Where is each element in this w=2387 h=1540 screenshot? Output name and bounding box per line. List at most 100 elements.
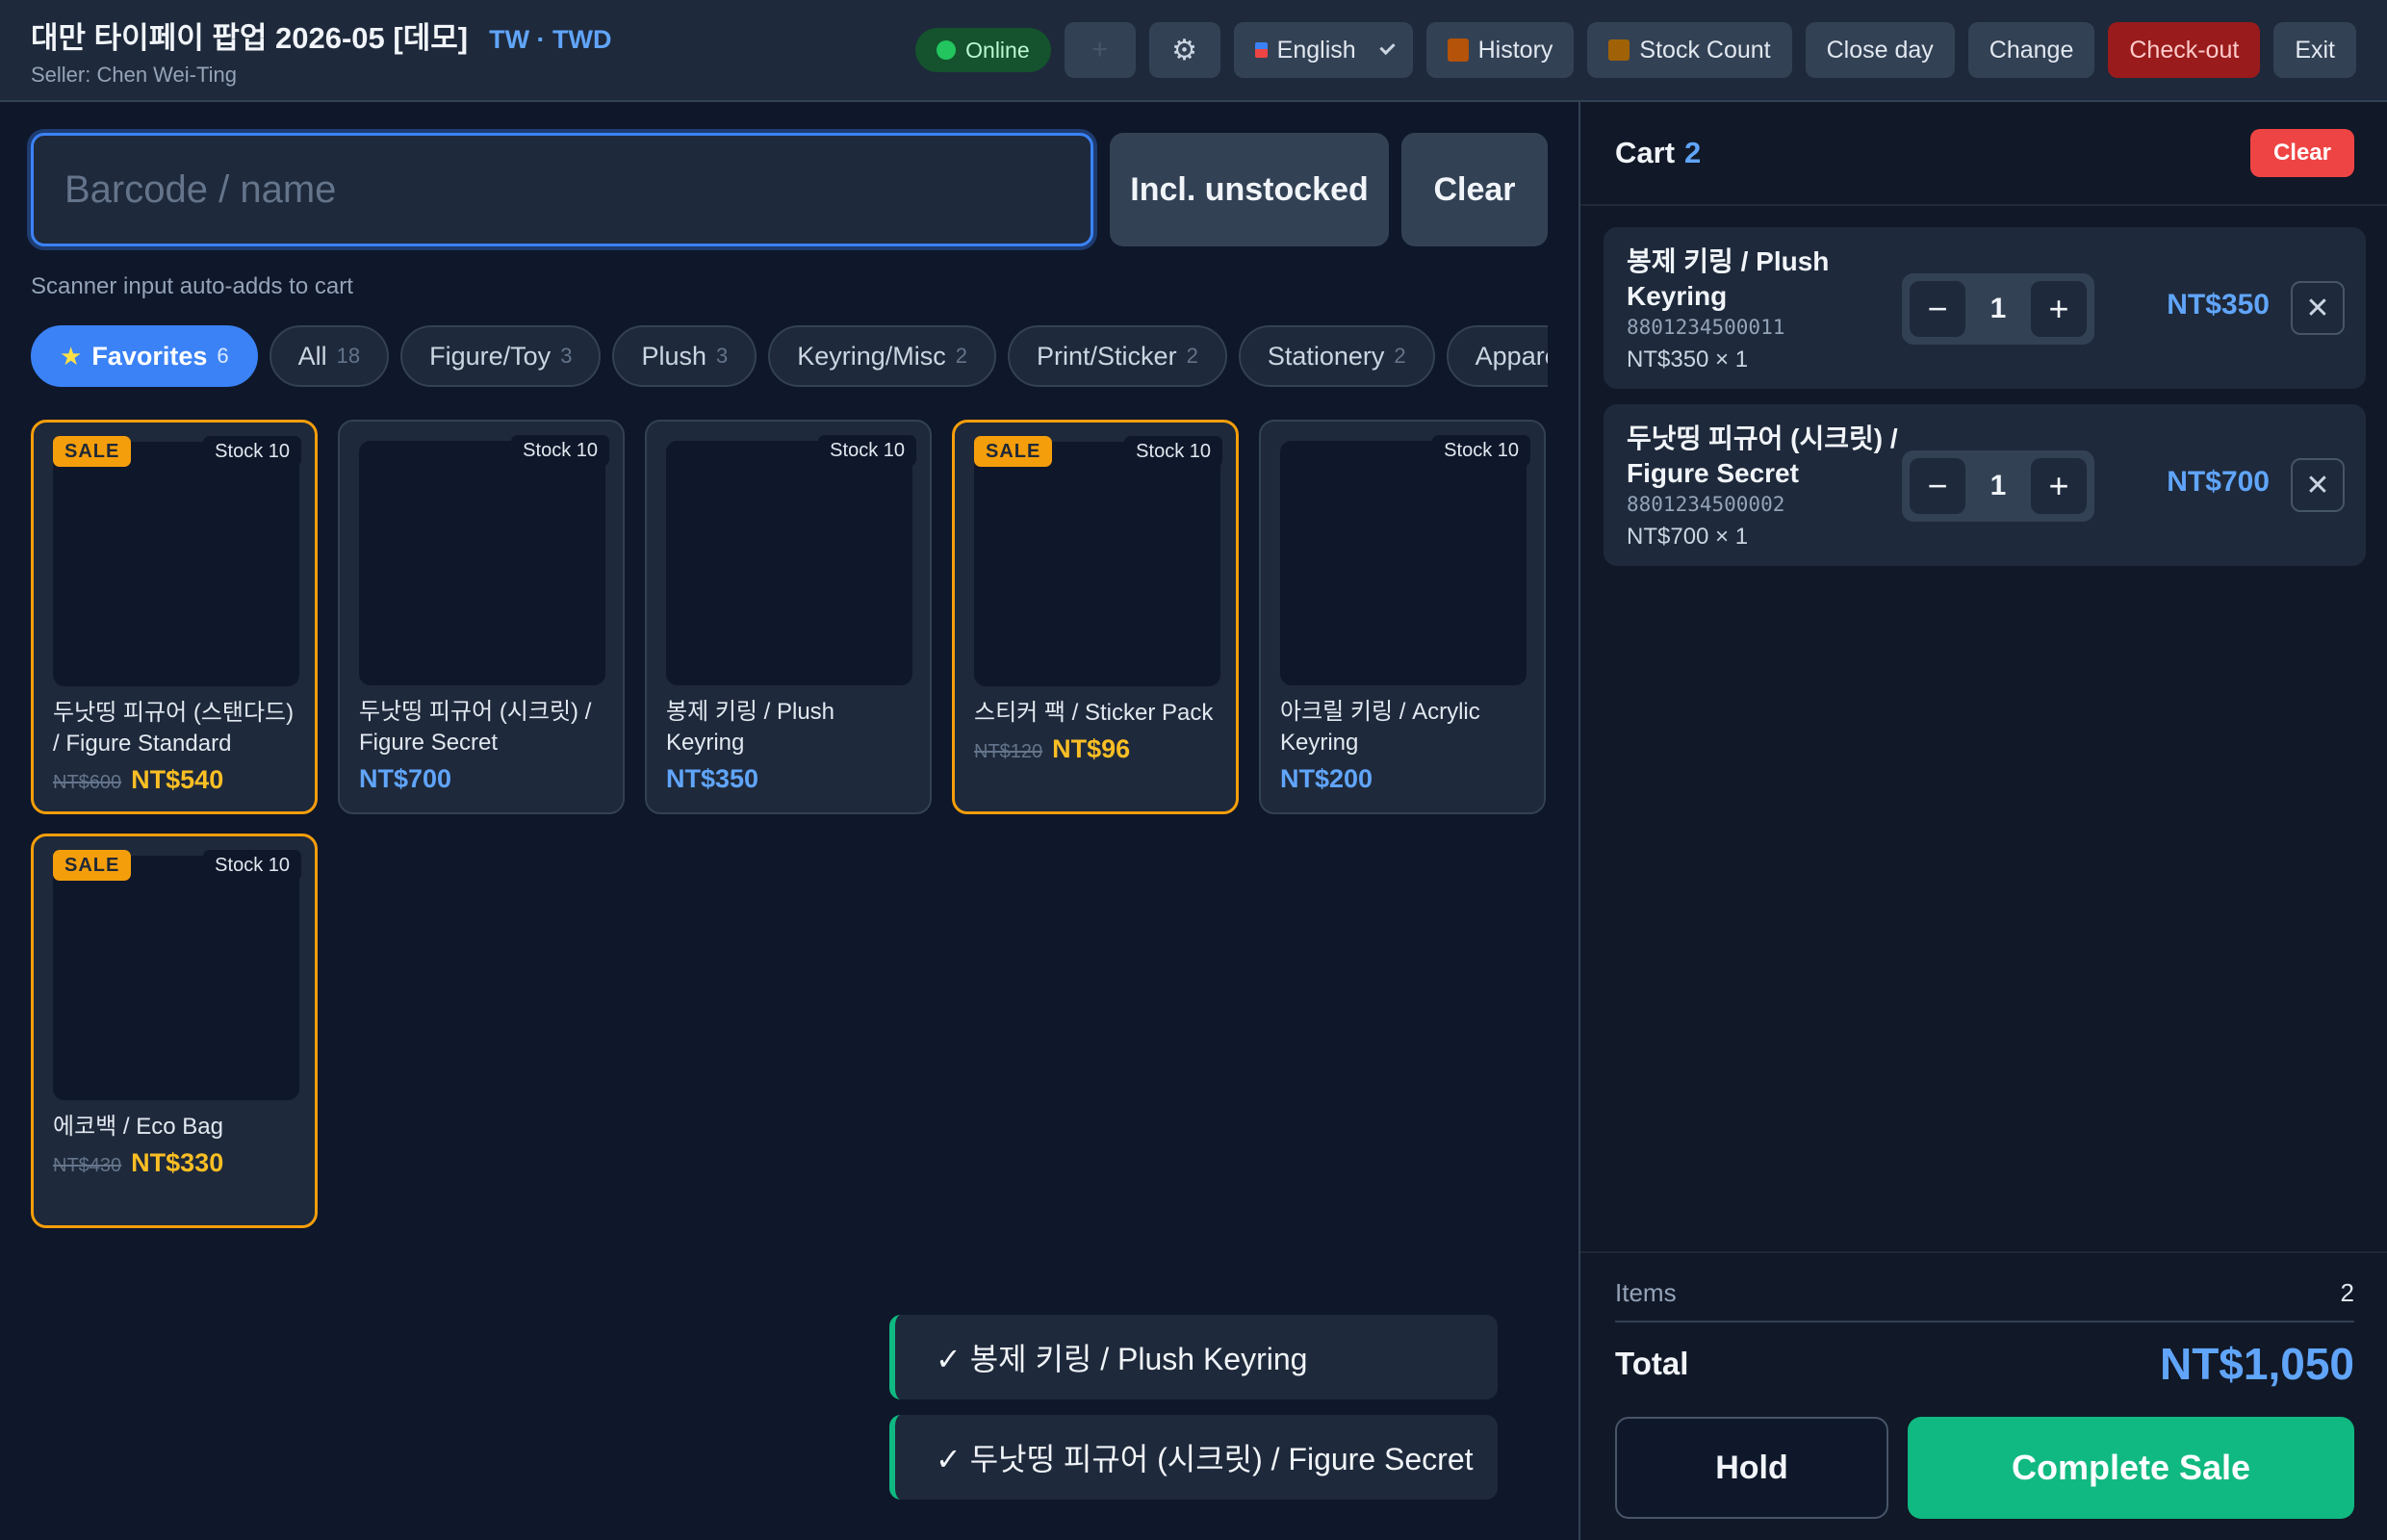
product-card[interactable]: Stock 10 봉제 키링 / Plush Keyring NT$350 [645, 420, 932, 814]
cart-item-barcode: 8801234500011 [1627, 316, 1785, 339]
category-tab-apparel[interactable]: Apparel [1446, 325, 1548, 387]
category-label: Print/Sticker [1037, 341, 1177, 371]
sale-badge: SALE [53, 850, 132, 881]
close-icon: ✕ [2305, 292, 2330, 324]
product-image [1280, 441, 1527, 685]
product-name: 두낫띵 피규어 (시크릿) / Figure Secret [359, 699, 592, 756]
items-row: Items 2 [1615, 1278, 2354, 1308]
cart-header: Cart 2 Clear [1580, 102, 2387, 206]
complete-sale-button[interactable]: Complete Sale [1908, 1417, 2354, 1519]
category-count: 2 [1394, 344, 1406, 368]
product-image [359, 441, 605, 685]
product-price: NT$96 [1052, 734, 1131, 763]
stock-badge: Stock 10 [1432, 435, 1530, 466]
scroll-icon [1447, 38, 1469, 62]
product-card[interactable]: SALE Stock 10 두낫띵 피규어 (스탠다드) / Figure St… [31, 420, 318, 814]
search-clear-label: Clear [1433, 170, 1516, 208]
product-card[interactable]: SALE Stock 10 스티커 팩 / Sticker Pack NT$12… [952, 420, 1239, 814]
category-tab-figure-toy[interactable]: Figure/Toy 3 [400, 325, 602, 387]
items-label: Items [1615, 1278, 1677, 1307]
category-count: 6 [217, 344, 229, 368]
product-name: 아크릴 키링 / Acrylic Keyring [1280, 699, 1480, 756]
increase-qty-button[interactable]: + [2031, 458, 2087, 514]
product-price-line: NT$600 NT$540 [53, 765, 223, 795]
cart-item-name: 두낫띵 피규어 (시크릿) / Figure Secret [1627, 424, 1898, 488]
decrease-qty-button[interactable]: − [1910, 281, 1965, 337]
product-price: NT$540 [131, 765, 224, 794]
currency-label: TW · TWD [489, 24, 612, 54]
cart-clear-button[interactable]: Clear [2249, 129, 2354, 177]
category-count: 3 [560, 344, 573, 368]
sale-badge: SALE [974, 436, 1053, 467]
original-price: NT$120 [974, 741, 1043, 762]
product-price-line: NT$430 NT$330 [53, 1148, 223, 1178]
add-button[interactable]: + [1064, 22, 1136, 78]
header-actions: Online + ⚙ English History Stock Count C… [915, 22, 2356, 78]
category-tab-print-sticker[interactable]: Print/Sticker 2 [1008, 325, 1227, 387]
change-button[interactable]: Change [1967, 22, 2095, 78]
cart-item: 두낫띵 피규어 (시크릿) / Figure Secret 8801234500… [1604, 404, 2366, 566]
product-card[interactable]: SALE Stock 10 에코백 / Eco Bag NT$430 NT$33… [31, 834, 318, 1228]
product-image [666, 441, 912, 685]
close-icon: ✕ [2305, 469, 2330, 501]
barcode-search-input[interactable] [31, 133, 1093, 246]
hold-button[interactable]: Hold [1615, 1417, 1888, 1519]
category-count: 18 [336, 344, 361, 368]
stock-badge: Stock 10 [818, 435, 916, 466]
remove-item-button[interactable]: ✕ [2291, 281, 2345, 335]
total-amount: NT$1,050 [2159, 1339, 2354, 1389]
settings-button[interactable]: ⚙ [1148, 22, 1220, 78]
category-label: Keyring/Misc [797, 341, 946, 371]
total-label: Total [1615, 1346, 1689, 1381]
product-price-line: NT$700 [359, 764, 451, 794]
online-dot-icon [937, 40, 957, 60]
category-tab-stationery[interactable]: Stationery 2 [1238, 325, 1435, 387]
star-icon: ★ [60, 341, 83, 371]
remove-item-button[interactable]: ✕ [2291, 458, 2345, 512]
stock-count-label: Stock Count [1639, 36, 1771, 64]
exit-button[interactable]: Exit [2273, 22, 2356, 78]
language-select[interactable]: English [1233, 22, 1413, 78]
quantity-stepper: − 1 + [1902, 273, 2094, 345]
category-tab-favorites[interactable]: ★ Favorites 6 [31, 325, 258, 387]
total-row: Total NT$1,050 [1615, 1338, 2354, 1390]
product-price-line: NT$350 [666, 764, 758, 794]
category-tab-all[interactable]: All 18 [269, 325, 390, 387]
decrease-qty-button[interactable]: − [1910, 458, 1965, 514]
stock-badge: Stock 10 [511, 435, 609, 466]
event-title: 대만 타이페이 팝업 2026-05 [데모] [31, 20, 469, 55]
product-price-line: NT$200 [1280, 764, 1373, 794]
search-clear-button[interactable]: Clear [1401, 133, 1548, 246]
category-tabs: ★ Favorites 6 All 18 Figure/Toy 3 Plush … [31, 325, 1548, 389]
exit-label: Exit [2295, 36, 2335, 64]
product-card[interactable]: Stock 10 아크릴 키링 / Acrylic Keyring NT$200 [1259, 420, 1546, 814]
top-bar: 대만 타이페이 팝업 2026-05 [데모] TW · TWD Seller:… [0, 0, 2387, 102]
cart-count: 2 [1684, 136, 1702, 169]
category-label: Figure/Toy [429, 341, 552, 371]
product-panel: Incl. unstocked Clear Scanner input auto… [0, 102, 1578, 1540]
checkout-button[interactable]: Check-out [2108, 22, 2261, 78]
us-flag-icon [1254, 42, 1268, 58]
incl-unstocked-button[interactable]: Incl. unstocked [1110, 133, 1389, 246]
increase-qty-button[interactable]: + [2031, 281, 2087, 337]
category-label: Favorites [91, 341, 208, 371]
cart-item-total: NT$700 [2167, 466, 2270, 498]
cart-item-barcode: 8801234500002 [1627, 493, 1785, 516]
category-tab-plush[interactable]: Plush 3 [612, 325, 757, 387]
seller-name: Seller: Chen Wei-Ting [31, 62, 237, 87]
history-button[interactable]: History [1425, 22, 1575, 78]
close-day-label: Close day [1826, 36, 1934, 64]
change-label: Change [1989, 36, 2074, 64]
language-label: English [1276, 36, 1356, 64]
quantity-value: 1 [1989, 470, 2007, 501]
category-count: 2 [1186, 344, 1198, 368]
product-name: 봉제 키링 / Plush Keyring [666, 699, 835, 756]
category-tab-keyring-misc[interactable]: Keyring/Misc 2 [768, 325, 997, 387]
original-price: NT$600 [53, 772, 122, 793]
close-day-button[interactable]: Close day [1805, 22, 1955, 78]
stock-count-button[interactable]: Stock Count [1587, 22, 1792, 78]
added-toast: ✓ 봉제 키링 / Plush Keyring [889, 1315, 1498, 1399]
category-count: 3 [715, 344, 729, 368]
product-card[interactable]: Stock 10 두낫띵 피규어 (시크릿) / Figure Secret N… [338, 420, 625, 814]
stock-badge: Stock 10 [203, 850, 301, 881]
